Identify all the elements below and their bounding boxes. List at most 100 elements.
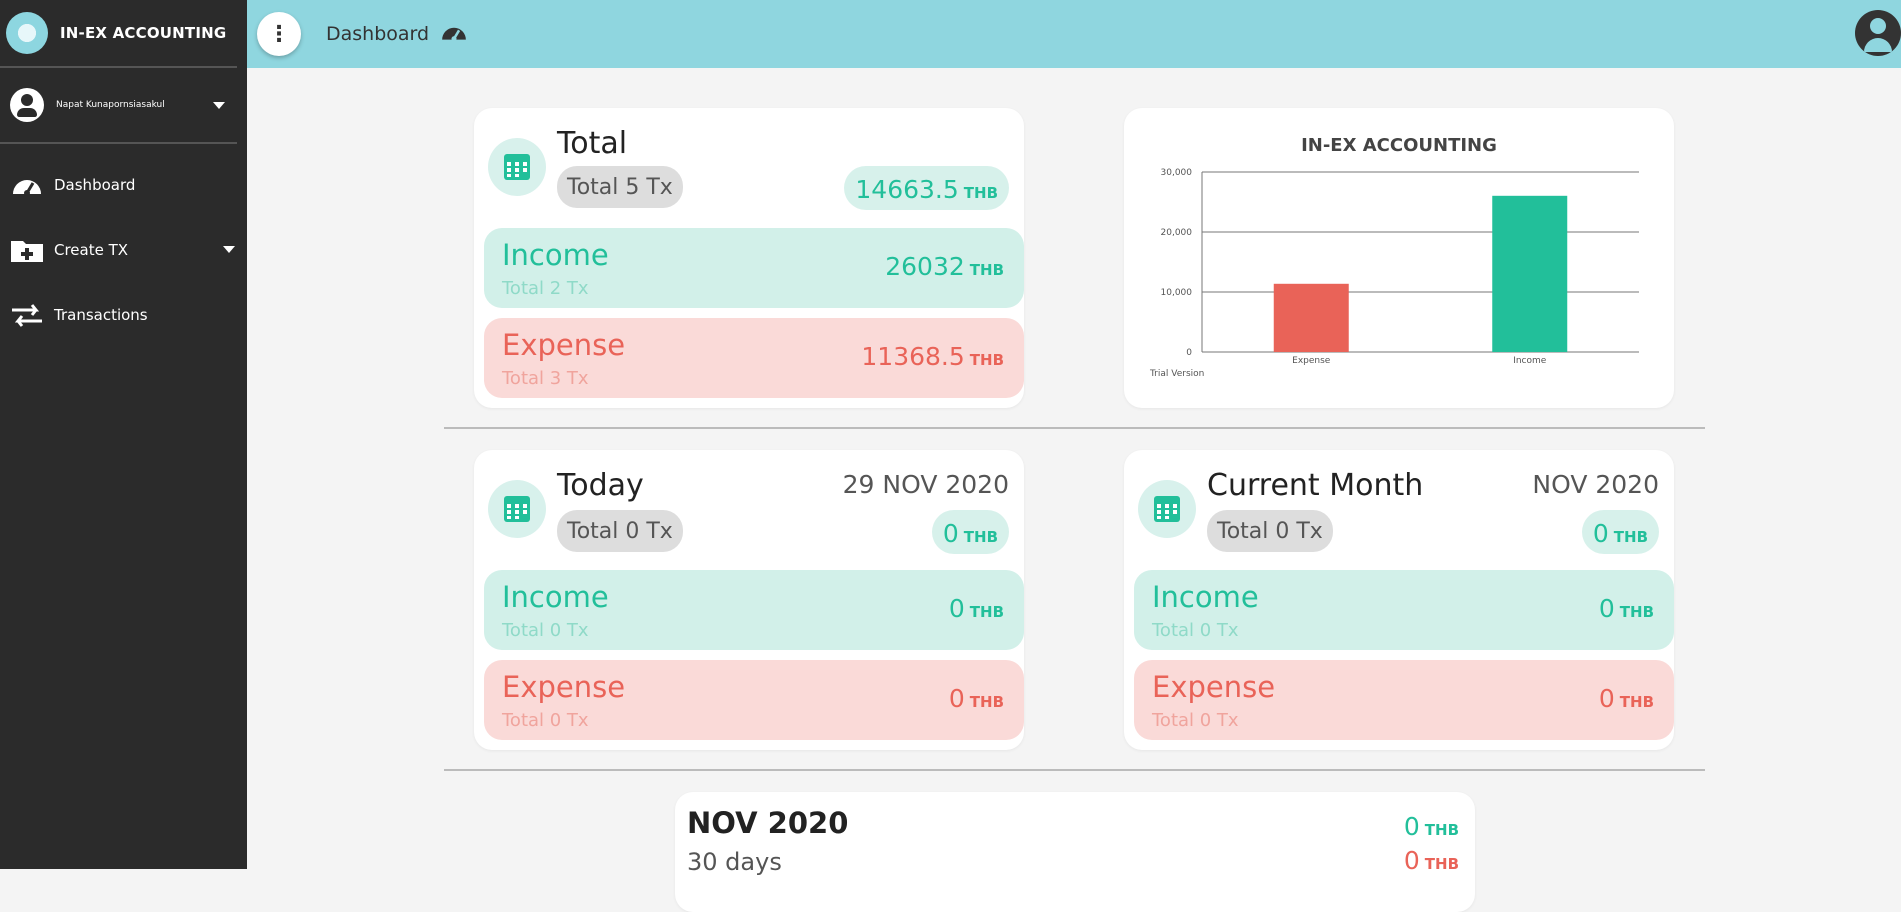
summary-title: NOV 2020 <box>687 806 849 840</box>
amount-value: 0 <box>948 594 965 623</box>
x-tick-label: Expense <box>1292 356 1331 366</box>
sidebar-item-label: Transactions <box>54 305 148 324</box>
x-tick-label: Income <box>1513 356 1547 366</box>
chart-title: IN-EX ACCOUNTING <box>1301 135 1497 156</box>
calendar-icon <box>488 480 546 538</box>
account-avatar-icon[interactable] <box>1855 10 1901 56</box>
swap-arrows-icon <box>10 302 44 328</box>
tx-count-badge: Total 5 Tx <box>557 166 683 208</box>
tx-count-badge: Total 0 Tx <box>557 510 683 552</box>
currency-label: THB <box>1619 603 1654 621</box>
summary-expense-amount: 0 THB <box>1404 846 1459 875</box>
calendar-icon <box>488 138 546 196</box>
card-date: 29 NOV 2020 <box>842 470 1009 499</box>
currency-label: THB <box>963 184 998 202</box>
currency-label: THB <box>963 528 998 546</box>
income-label: Income <box>502 238 609 272</box>
brand[interactable]: IN-EX ACCOUNTING <box>0 0 237 68</box>
today-card: Today 29 NOV 2020 Total 0 Tx 0 THB Incom… <box>474 450 1024 750</box>
card-date: NOV 2020 <box>1532 470 1659 499</box>
y-tick-label: 30,000 <box>1161 168 1193 178</box>
expense-label: Expense <box>1152 670 1276 704</box>
total-amount-badge: 14663.5 THB <box>844 166 1009 210</box>
app-logo-icon <box>6 12 48 54</box>
expense-tx-count: Total 0 Tx <box>1152 710 1239 731</box>
amount-value: 14663.5 <box>855 175 959 204</box>
amount-value: 0 <box>1403 812 1420 841</box>
topbar: ⋮ Dashboard <box>247 0 1901 68</box>
folder-plus-icon <box>10 237 44 263</box>
chart-card: IN-EX ACCOUNTING 0 10,000 20,000 30,000 Expen… <box>1124 108 1674 408</box>
income-amount: 26032 THB <box>885 252 1004 281</box>
sidebar-item-dashboard[interactable]: Dashboard <box>0 152 247 217</box>
income-label: Income <box>502 580 609 614</box>
section-divider <box>444 769 1705 771</box>
amount-value: 11368.5 <box>861 342 965 371</box>
sidebar-item-transactions[interactable]: Transactions <box>0 282 247 347</box>
sidebar-item-label: Create TX <box>54 240 129 259</box>
sidebar-item-create-tx[interactable]: Create TX <box>0 217 247 282</box>
more-vert-icon: ⋮ <box>268 21 290 47</box>
breadcrumb: Dashboard <box>326 23 430 45</box>
expense-amount: 11368.5 THB <box>861 342 1004 371</box>
amount-value: 0 <box>1598 594 1615 623</box>
expense-amount: 0 THB <box>949 684 1004 713</box>
amount-value: 0 <box>948 684 965 713</box>
income-row[interactable]: Income Total 0 Tx 0 THB <box>484 570 1024 650</box>
total-amount-badge: 0 THB <box>1581 510 1659 554</box>
bar-income <box>1492 195 1568 352</box>
y-tick-label: 10,000 <box>1161 288 1193 298</box>
amount-value: 0 <box>942 519 959 548</box>
tx-count-badge: Total 0 Tx <box>1207 510 1333 552</box>
currency-label: THB <box>969 603 1004 621</box>
total-card: Total Total 5 Tx 14663.5 THB Income Tota… <box>474 108 1024 408</box>
speedometer-icon <box>439 21 469 48</box>
income-amount: 0 THB <box>1599 594 1654 623</box>
currency-label: THB <box>969 261 1004 279</box>
expense-label: Expense <box>502 670 626 704</box>
currency-label: THB <box>1613 528 1648 546</box>
bar-expense <box>1273 283 1349 352</box>
card-title: Total <box>557 126 628 161</box>
expense-row[interactable]: Expense Total 0 Tx 0 THB <box>1134 660 1674 740</box>
speedometer-icon <box>10 172 44 198</box>
expense-row[interactable]: Expense Total 0 Tx 0 THB <box>484 660 1024 740</box>
expense-tx-count: Total 0 Tx <box>502 710 589 731</box>
month-summary-card[interactable]: NOV 2020 30 days 0 THB 0 THB <box>675 792 1475 912</box>
expense-tx-count: Total 3 Tx <box>502 368 589 389</box>
expense-label: Expense <box>502 328 626 362</box>
currency-label: THB <box>1424 821 1459 839</box>
y-tick-label: 20,000 <box>1161 228 1193 238</box>
amount-value: 0 <box>1592 519 1609 548</box>
chevron-down-icon <box>223 246 235 253</box>
amount-value: 26032 <box>885 252 965 281</box>
chevron-down-icon <box>213 101 225 109</box>
card-title: Current Month <box>1207 468 1424 503</box>
income-tx-count: Total 2 Tx <box>502 278 589 299</box>
income-label: Income <box>1152 580 1259 614</box>
more-vert-button[interactable]: ⋮ <box>257 12 301 56</box>
app-name: IN-EX ACCOUNTING <box>60 24 227 42</box>
expense-row[interactable]: Expense Total 3 Tx 11368.5 THB <box>484 318 1024 398</box>
user-name: Napat Kunapornsiasakul <box>56 100 165 110</box>
card-title: Today <box>557 468 644 503</box>
income-tx-count: Total 0 Tx <box>1152 620 1239 641</box>
calendar-icon <box>1138 480 1196 538</box>
y-tick-label: 0 <box>1186 348 1192 358</box>
currency-label: THB <box>969 351 1004 369</box>
chart-footnote: Trial Version <box>1149 369 1204 379</box>
avatar <box>10 88 44 122</box>
summary-income-amount: 0 THB <box>1404 812 1459 841</box>
income-amount: 0 THB <box>949 594 1004 623</box>
sidebar: IN-EX ACCOUNTING Napat Kunapornsiasakul … <box>0 0 247 869</box>
currency-label: THB <box>969 693 1004 711</box>
user-menu[interactable]: Napat Kunapornsiasakul <box>0 68 237 144</box>
amount-value: 0 <box>1598 684 1615 713</box>
income-row[interactable]: Income Total 2 Tx 26032 THB <box>484 228 1024 308</box>
amount-value: 0 <box>1403 846 1420 875</box>
section-divider <box>444 427 1705 429</box>
expense-amount: 0 THB <box>1599 684 1654 713</box>
currency-label: THB <box>1424 855 1459 873</box>
income-row[interactable]: Income Total 0 Tx 0 THB <box>1134 570 1674 650</box>
summary-days: 30 days <box>687 848 782 876</box>
